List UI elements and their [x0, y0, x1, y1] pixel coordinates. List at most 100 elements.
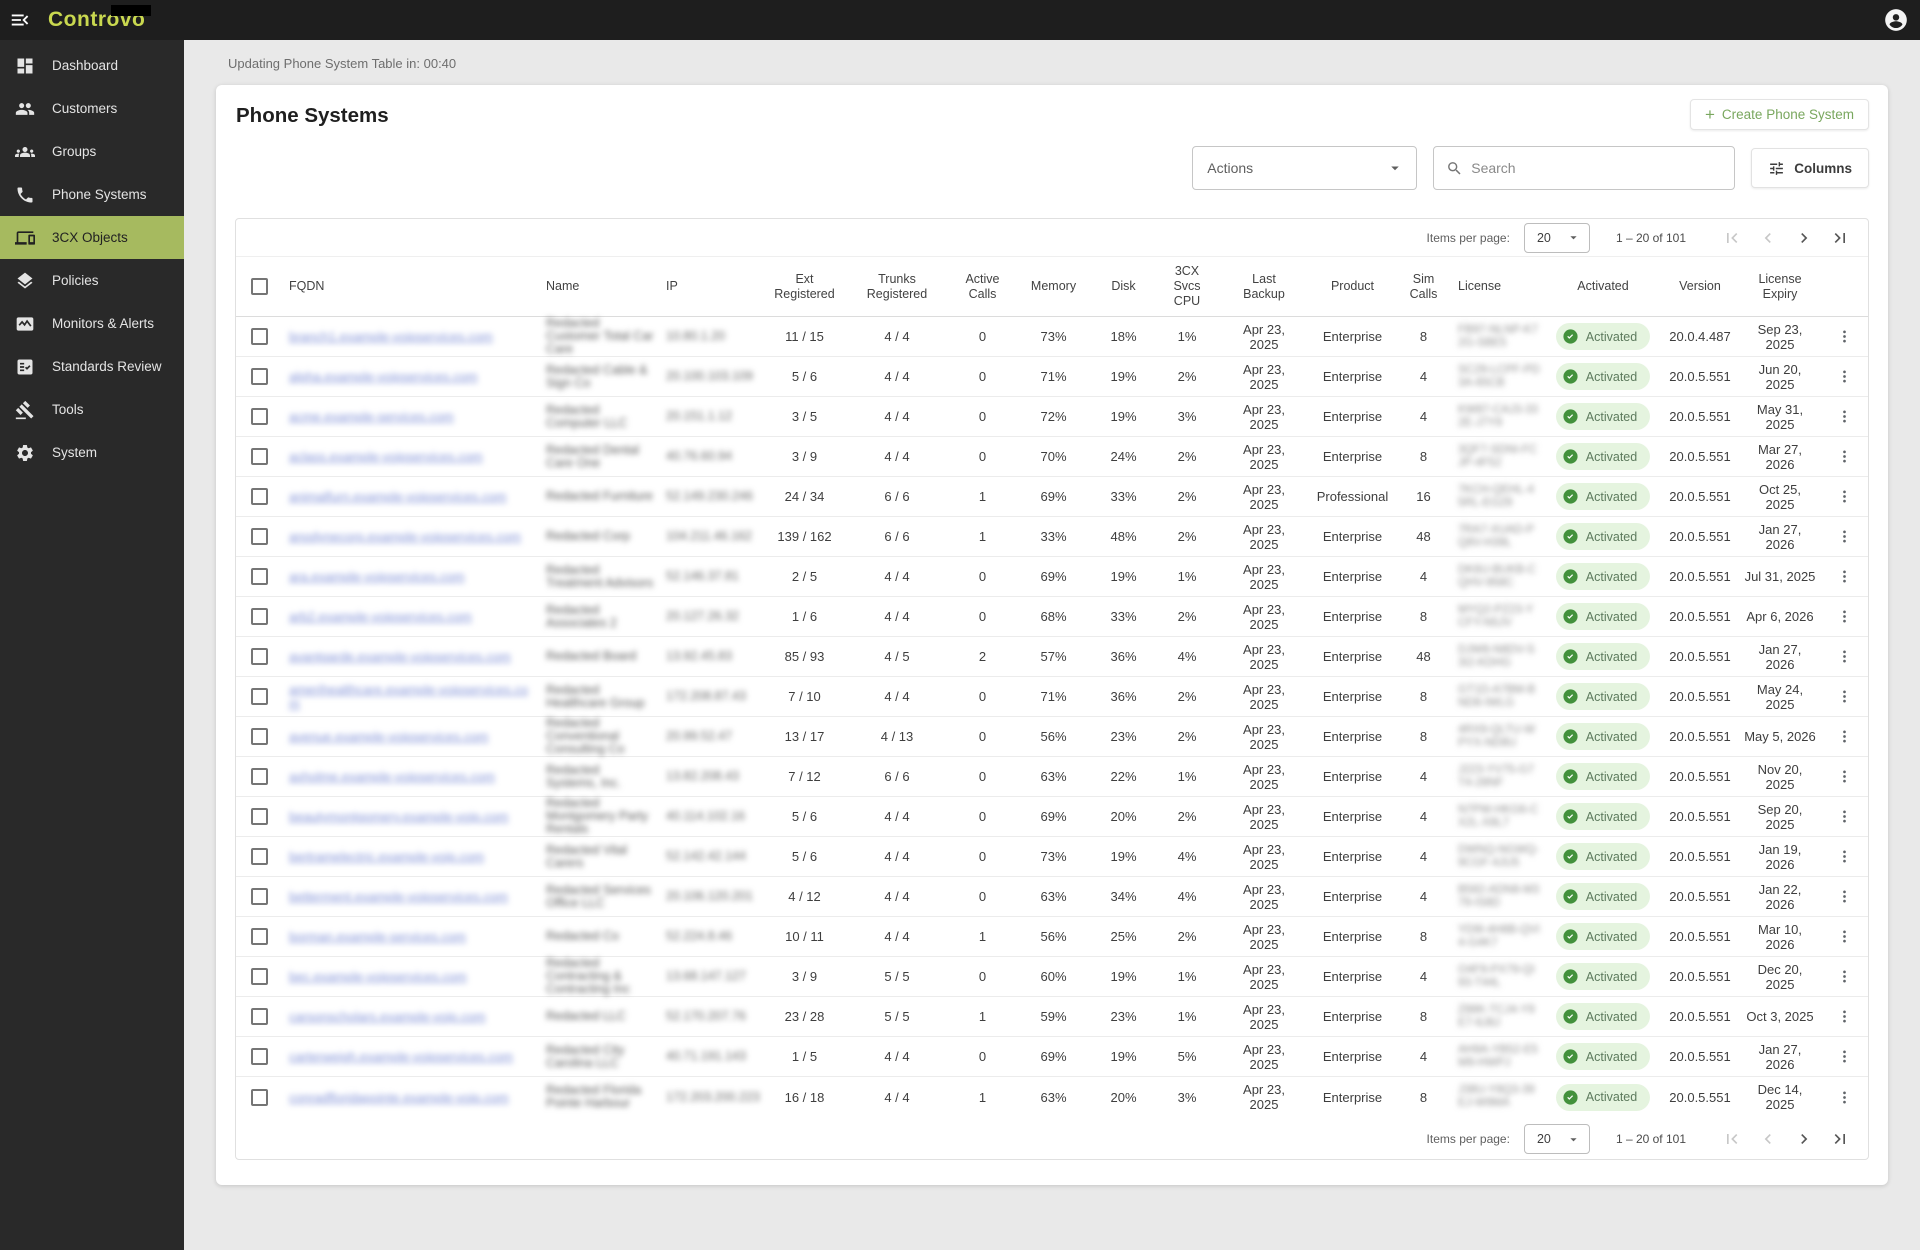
- row-checkbox[interactable]: [251, 768, 268, 785]
- row-checkbox[interactable]: [251, 848, 268, 865]
- first-page-button[interactable]: [1714, 1121, 1750, 1157]
- fqdn-link[interactable]: conradfloridapointe.example-voip.com: [289, 1091, 509, 1105]
- row-menu-kebab-icon[interactable]: [1820, 1089, 1868, 1106]
- column-header-trunks-registered[interactable]: Trunks Registered: [845, 272, 949, 302]
- last-page-button[interactable]: [1822, 1121, 1858, 1157]
- row-menu-kebab-icon[interactable]: [1820, 568, 1868, 585]
- page-size-select[interactable]: 20: [1524, 223, 1590, 253]
- fqdn-link[interactable]: animalfurn.example-voipservices.com: [289, 490, 506, 504]
- column-header-disk[interactable]: Disk: [1091, 279, 1156, 294]
- row-menu-kebab-icon[interactable]: [1820, 968, 1868, 985]
- row-menu-kebab-icon[interactable]: [1820, 328, 1868, 345]
- row-menu-kebab-icon[interactable]: [1820, 928, 1868, 945]
- row-menu-kebab-icon[interactable]: [1820, 768, 1868, 785]
- sidebar-item-tools[interactable]: Tools: [0, 388, 184, 431]
- row-menu-kebab-icon[interactable]: [1820, 1008, 1868, 1025]
- row-menu-kebab-icon[interactable]: [1820, 848, 1868, 865]
- sidebar-item-policies[interactable]: Policies: [0, 259, 184, 302]
- column-header-ext-registered[interactable]: Ext Registered: [764, 272, 845, 302]
- row-checkbox[interactable]: [251, 528, 268, 545]
- row-checkbox[interactable]: [251, 408, 268, 425]
- row-checkbox[interactable]: [251, 968, 268, 985]
- row-menu-kebab-icon[interactable]: [1820, 688, 1868, 705]
- row-menu-kebab-icon[interactable]: [1820, 408, 1868, 425]
- row-checkbox[interactable]: [251, 1089, 268, 1106]
- sidebar-item-3cx-objects[interactable]: 3CX Objects: [0, 216, 184, 259]
- fqdn-link[interactable]: anodynecorp.example-voipservices.com: [289, 530, 521, 544]
- row-checkbox[interactable]: [251, 728, 268, 745]
- create-phone-system-button[interactable]: + Create Phone System: [1690, 99, 1869, 130]
- next-page-button[interactable]: [1786, 220, 1822, 256]
- row-checkbox[interactable]: [251, 1048, 268, 1065]
- row-menu-kebab-icon[interactable]: [1820, 648, 1868, 665]
- column-header-fqdn[interactable]: FQDN: [283, 279, 540, 294]
- column-header-3cx-svcs-cpu[interactable]: 3CX Svcs CPU: [1156, 264, 1218, 309]
- column-header-memory[interactable]: Memory: [1016, 279, 1091, 294]
- row-menu-kebab-icon[interactable]: [1820, 608, 1868, 625]
- column-header-activated[interactable]: Activated: [1546, 279, 1660, 294]
- row-menu-kebab-icon[interactable]: [1820, 528, 1868, 545]
- fqdn-link[interactable]: branch1.example-voipservices.com: [289, 330, 493, 344]
- column-header-last-backup[interactable]: Last Backup: [1218, 272, 1310, 302]
- fqdn-link[interactable]: acme.example-services.com: [289, 410, 454, 424]
- row-menu-kebab-icon[interactable]: [1820, 888, 1868, 905]
- fqdn-link[interactable]: betterment.example-voipservices.com: [289, 890, 508, 904]
- fqdn-link[interactable]: carsonscholars.example-voip.com: [289, 1010, 486, 1024]
- next-page-button[interactable]: [1786, 1121, 1822, 1157]
- column-header-active-calls[interactable]: Active Calls: [949, 272, 1016, 302]
- previous-page-button[interactable]: [1750, 220, 1786, 256]
- column-header-license[interactable]: License: [1452, 279, 1546, 294]
- row-checkbox[interactable]: [251, 608, 268, 625]
- fqdn-link[interactable]: avenue.example-voipservices.com: [289, 730, 488, 744]
- row-menu-kebab-icon[interactable]: [1820, 1048, 1868, 1065]
- column-header-ip[interactable]: IP: [660, 279, 764, 294]
- last-page-button[interactable]: [1822, 220, 1858, 256]
- fqdn-link[interactable]: axholme.example-voipservices.com: [289, 770, 495, 784]
- select-all-checkbox[interactable]: [251, 278, 268, 295]
- row-menu-kebab-icon[interactable]: [1820, 488, 1868, 505]
- row-checkbox[interactable]: [251, 328, 268, 345]
- fqdn-link[interactable]: amerihealthcare.example-voipservices.com: [289, 683, 534, 711]
- sidebar-item-standards-review[interactable]: Standards Review: [0, 345, 184, 388]
- row-checkbox[interactable]: [251, 368, 268, 385]
- column-header-name[interactable]: Name: [540, 279, 660, 294]
- row-checkbox[interactable]: [251, 568, 268, 585]
- row-menu-kebab-icon[interactable]: [1820, 728, 1868, 745]
- search-input[interactable]: [1471, 160, 1722, 176]
- column-header-product[interactable]: Product: [1310, 279, 1395, 294]
- row-checkbox[interactable]: [251, 488, 268, 505]
- fqdn-link[interactable]: ara.example-voipservices.com: [289, 570, 465, 584]
- fqdn-link[interactable]: alpha.example-voipservices.com: [289, 370, 478, 384]
- row-checkbox[interactable]: [251, 928, 268, 945]
- fqdn-link[interactable]: bec.example-voipservices.com: [289, 970, 467, 984]
- row-menu-kebab-icon[interactable]: [1820, 808, 1868, 825]
- sidebar-item-system[interactable]: System: [0, 431, 184, 474]
- previous-page-button[interactable]: [1750, 1121, 1786, 1157]
- fqdn-link[interactable]: beautymontgomery.example-voip.com: [289, 810, 508, 824]
- user-avatar[interactable]: [1876, 0, 1916, 40]
- fqdn-link[interactable]: avantgarde.example-voipservices.com: [289, 650, 511, 664]
- columns-button[interactable]: Columns: [1751, 148, 1869, 188]
- row-menu-kebab-icon[interactable]: [1820, 368, 1868, 385]
- first-page-button[interactable]: [1714, 220, 1750, 256]
- row-checkbox[interactable]: [251, 688, 268, 705]
- fqdn-link[interactable]: carterweigh.example-voipservices.com: [289, 1050, 513, 1064]
- column-header-sim-calls[interactable]: Sim Calls: [1395, 272, 1452, 302]
- fqdn-link[interactable]: borman.example-services.com: [289, 930, 466, 944]
- row-checkbox[interactable]: [251, 888, 268, 905]
- sidebar-item-customers[interactable]: Customers: [0, 87, 184, 130]
- sidebar-item-groups[interactable]: Groups: [0, 130, 184, 173]
- sidebar-item-dashboard[interactable]: Dashboard: [0, 44, 184, 87]
- row-checkbox[interactable]: [251, 808, 268, 825]
- column-header-version[interactable]: Version: [1660, 279, 1740, 294]
- menu-open-icon[interactable]: [0, 0, 40, 40]
- sidebar-item-phone-systems[interactable]: Phone Systems: [0, 173, 184, 216]
- page-size-select[interactable]: 20: [1524, 1124, 1590, 1154]
- sidebar-item-monitors-alerts[interactable]: Monitors & Alerts: [0, 302, 184, 345]
- row-checkbox[interactable]: [251, 448, 268, 465]
- column-header-license-expiry[interactable]: License Expiry: [1740, 272, 1820, 302]
- row-menu-kebab-icon[interactable]: [1820, 448, 1868, 465]
- row-checkbox[interactable]: [251, 1008, 268, 1025]
- fqdn-link[interactable]: bertramelectric.example-voip.com: [289, 850, 484, 864]
- fqdn-link[interactable]: aclass.example-voipservices.com: [289, 450, 483, 464]
